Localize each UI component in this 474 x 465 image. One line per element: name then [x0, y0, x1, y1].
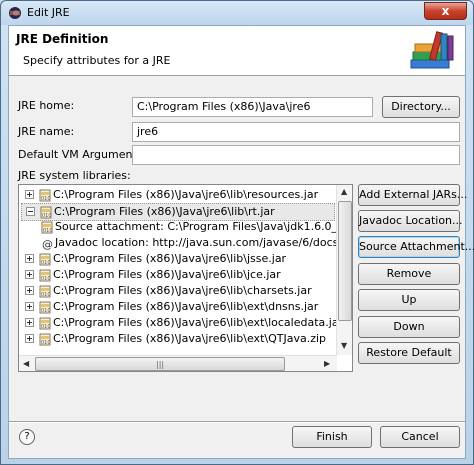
- add-external-jars-button[interactable]: Add External JARs...: [358, 184, 467, 206]
- grip-icon: |||: [156, 360, 165, 369]
- jre-name-label: JRE name:: [18, 125, 75, 138]
- library-item-label: C:\Program Files (x86)\Java\jre6\lib\ext…: [53, 300, 319, 313]
- title-banner: JRE Definition Specify attributes for a …: [9, 26, 465, 76]
- expand-icon[interactable]: [25, 302, 34, 311]
- scroll-up-arrow-icon[interactable]: ▲: [341, 187, 347, 196]
- svg-text:010: 010: [43, 228, 53, 234]
- jar-icon: 010: [40, 206, 52, 219]
- jar-icon: 010: [39, 317, 51, 330]
- source-jar-icon: 010: [41, 221, 53, 234]
- svg-text:010: 010: [41, 196, 51, 202]
- finish-button[interactable]: Finish: [292, 426, 372, 448]
- jre-home-field[interactable]: C:\Program Files (x86)\Java\jre6: [132, 97, 373, 117]
- remove-button[interactable]: Remove: [358, 263, 460, 285]
- libraries-tree-rows: 010 C:\Program Files (x86)\Java\jre6\lib\…: [19, 185, 337, 355]
- jar-icon: 010: [39, 333, 51, 346]
- help-icon[interactable]: ?: [19, 429, 35, 445]
- horizontal-scrollbar[interactable]: ◀ ||| ▶: [19, 355, 337, 371]
- cancel-button[interactable]: Cancel: [380, 426, 460, 448]
- javadoc-location-button[interactable]: Javadoc Location...: [358, 210, 463, 232]
- vm-args-field[interactable]: [132, 145, 460, 165]
- jre-name-field[interactable]: jre6: [132, 122, 460, 142]
- library-item-label: Javadoc location: http://java.sun.com/ja…: [55, 236, 337, 249]
- svg-text:010: 010: [41, 292, 51, 298]
- expand-icon[interactable]: [25, 318, 34, 327]
- library-item[interactable]: 010 C:\Program Files (x86)\Java\jre6\lib\…: [21, 331, 335, 349]
- expand-icon[interactable]: [25, 190, 34, 199]
- library-item-label: C:\Program Files (x86)\Java\jre6\lib\rt.…: [54, 205, 275, 218]
- library-item-label: C:\Program Files (x86)\Java\jre6\lib\res…: [53, 188, 319, 201]
- svg-text:010: 010: [41, 308, 51, 314]
- svg-text:010: 010: [41, 276, 51, 282]
- library-item-label: C:\Program Files (x86)\Java\jre6\lib\cha…: [53, 284, 312, 297]
- scroll-right-arrow-icon[interactable]: ▶: [324, 359, 330, 368]
- library-item-label: C:\Program Files (x86)\Java\jre6\lib\jss…: [53, 252, 287, 265]
- svg-text:010: 010: [41, 260, 51, 266]
- vm-args-label: Default VM Arguments:: [18, 148, 147, 161]
- eclipse-icon: [9, 7, 21, 19]
- edit-jre-window: Edit JRE x JRE Definition Specify attrib…: [0, 0, 474, 465]
- svg-text:010: 010: [41, 340, 51, 346]
- expand-icon[interactable]: [25, 334, 34, 343]
- library-item-label: C:\Program Files (x86)\Java\jre6\lib\jce…: [53, 268, 281, 281]
- banner-description: Specify attributes for a JRE: [23, 54, 171, 67]
- collapse-icon[interactable]: [26, 207, 35, 216]
- banner-title: JRE Definition: [16, 32, 109, 46]
- directory-button[interactable]: Directory...: [382, 96, 460, 118]
- library-item-label: Source attachment: C:\Program Files\Java…: [55, 220, 337, 233]
- source-attachment-button[interactable]: Source Attachment...: [358, 236, 474, 258]
- expand-icon[interactable]: [25, 270, 34, 279]
- library-item-label: C:\Program Files (x86)\Java\jre6\lib\ext…: [53, 332, 327, 345]
- down-button[interactable]: Down: [358, 316, 460, 338]
- vertical-scroll-thumb[interactable]: [338, 201, 352, 321]
- libraries-label: JRE system libraries:: [18, 169, 131, 182]
- books-icon: [410, 31, 454, 69]
- scroll-left-arrow-icon[interactable]: ◀: [23, 359, 29, 368]
- horizontal-scroll-thumb[interactable]: |||: [35, 357, 285, 371]
- up-button[interactable]: Up: [358, 289, 460, 311]
- jar-icon: 010: [39, 285, 51, 298]
- dialog-client-area: JRE Definition Specify attributes for a …: [8, 25, 474, 459]
- restore-default-button[interactable]: Restore Default: [358, 342, 460, 364]
- svg-text:@: @: [42, 238, 53, 250]
- svg-text:010: 010: [41, 324, 51, 330]
- libraries-tree[interactable]: 010 C:\Program Files (x86)\Java\jre6\lib\…: [18, 184, 353, 372]
- expand-icon[interactable]: [25, 254, 34, 263]
- jar-icon: 010: [39, 301, 51, 314]
- jar-icon: 010: [39, 253, 51, 266]
- jar-icon: 010: [39, 269, 51, 282]
- close-button[interactable]: x: [424, 2, 467, 20]
- vertical-scrollbar[interactable]: ▲ ▼: [336, 185, 352, 355]
- jar-icon: 010: [39, 189, 51, 202]
- scroll-down-arrow-icon[interactable]: ▼: [341, 341, 347, 350]
- jre-home-label: JRE home:: [18, 99, 75, 112]
- library-item-label: C:\Program Files (x86)\Java\jre6\lib\ext…: [53, 316, 337, 329]
- window-title: Edit JRE: [27, 6, 70, 19]
- expand-icon[interactable]: [25, 286, 34, 295]
- javadoc-icon: @: [42, 238, 53, 250]
- title-bar[interactable]: Edit JRE x: [1, 1, 473, 25]
- footer-separator: [9, 421, 465, 423]
